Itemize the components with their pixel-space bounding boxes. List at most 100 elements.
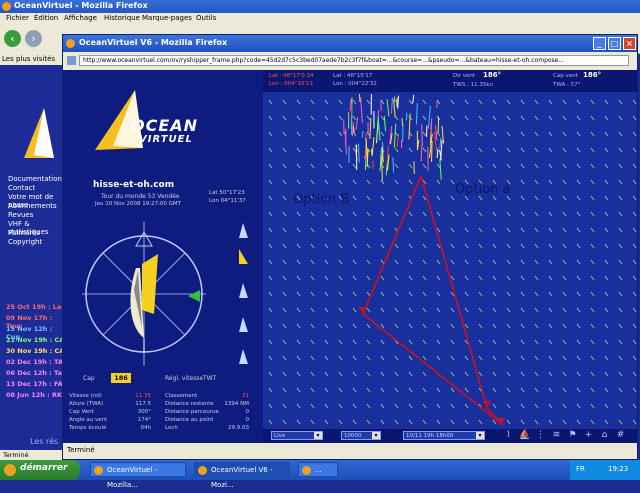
wind-arrow (591, 260, 594, 264)
cursor-lon-a: Lon : 004°10'13 (269, 81, 313, 87)
boat-track (440, 159, 441, 180)
race-date-item[interactable]: 25 Oct 19h : Les (6, 303, 65, 311)
wind-arrow (311, 388, 314, 392)
wind-arrow (381, 196, 384, 200)
task-other[interactable]: ... (298, 462, 338, 477)
grib-icon[interactable]: ≋ (551, 430, 562, 441)
wind-arrow (283, 372, 286, 376)
outer-footer-link[interactable]: Les rés (30, 437, 58, 446)
menu-edit[interactable]: Édition (34, 14, 58, 22)
wind-arrow (633, 228, 636, 232)
outer-link-subscriptions[interactable]: Abonnements (8, 202, 57, 210)
sail-option-4-icon[interactable] (235, 316, 249, 334)
race-date-item[interactable]: 30 Nov 19h : CA (6, 347, 64, 355)
url-field[interactable]: http://www.oceanvirtuel.com/ov/ryshipper… (79, 55, 629, 66)
heading-value[interactable]: 186 (111, 373, 131, 383)
wind-arrow (605, 324, 608, 328)
minimize-button[interactable]: _ (593, 37, 606, 50)
wind-arrow (619, 356, 622, 360)
compass-rose[interactable] (78, 218, 210, 370)
wind-arrow (297, 404, 300, 408)
wind-arrow (633, 324, 636, 328)
start-button[interactable]: démarrer (0, 460, 80, 480)
close-button[interactable]: × (623, 37, 636, 50)
view-select[interactable]: Live▾ (271, 431, 323, 440)
home-icon[interactable]: ⌂ (599, 430, 610, 441)
wind-arrow (423, 164, 426, 168)
maximize-button[interactable]: □ (608, 37, 621, 50)
wind-arrow (465, 244, 468, 248)
wind-arrow (283, 164, 286, 168)
wind-arrow (465, 292, 468, 296)
wind-arrow (283, 324, 286, 328)
wind-arrow (521, 244, 524, 248)
outer-link-reviews[interactable]: Revues (8, 211, 33, 219)
wind-arrow (353, 228, 356, 232)
speed-setting-value: TWT (203, 375, 216, 382)
wind-arrow (283, 292, 286, 296)
wind-arrow (381, 404, 384, 408)
route-icon[interactable]: ⋮ (535, 430, 546, 441)
forecast-time-select[interactable]: 10/11 19h 18h00▾ (403, 431, 485, 440)
wind-arrow (409, 324, 412, 328)
wind-arrow (409, 276, 412, 280)
wind-arrow (507, 260, 510, 264)
wind-arrow (479, 324, 482, 328)
wind-arrow (591, 100, 594, 104)
zoom-in-icon[interactable]: + (583, 430, 594, 441)
menu-view[interactable]: Affichage (64, 14, 97, 22)
outer-logo-sail-icon (14, 103, 59, 163)
wind-arrow (535, 116, 538, 120)
menu-file[interactable]: Fichier (6, 14, 29, 22)
wind-arrow (493, 340, 496, 344)
wind-map-canvas[interactable] (263, 92, 637, 429)
firefox-icon (94, 466, 103, 475)
boat-track (421, 144, 422, 162)
wind-arrow (367, 276, 370, 280)
zoom-select[interactable]: 10000▾ (341, 431, 381, 440)
back-button[interactable]: ‹ (4, 30, 21, 47)
wind-arrow (507, 308, 510, 312)
menu-bookmarks[interactable]: Marque-pages (142, 14, 192, 22)
outer-link-contact[interactable]: Contact (8, 184, 35, 192)
wind-arrow (367, 356, 370, 360)
cap-vent-label: Cap vent (553, 73, 578, 79)
outer-link-palmares[interactable]: Palmarès (8, 229, 40, 237)
wind-map[interactable]: Option B Option a (263, 92, 637, 429)
boats-icon[interactable]: ⚑ (567, 430, 578, 441)
lang-indicator[interactable]: FR (576, 465, 585, 473)
sail-map-icon[interactable]: ⛵ (519, 430, 530, 441)
outer-link-copyright[interactable]: Copyright (8, 238, 42, 246)
wind-arrow (465, 324, 468, 328)
wind-arrow (619, 388, 622, 392)
wind-arrow (493, 356, 496, 360)
race-date-item[interactable]: 21 Nov 19h : CA (6, 336, 64, 344)
wind-arrow (619, 404, 622, 408)
sail-option-3-icon[interactable] (235, 282, 249, 300)
wind-arrow (619, 148, 622, 152)
race-date-item[interactable]: 08 Jun 12h : RK (6, 391, 62, 399)
wind-arrow (521, 340, 524, 344)
grid-icon[interactable]: # (615, 430, 626, 441)
race-date-item[interactable]: 02 Dec 19h : TA (6, 358, 63, 366)
sail-option-5-icon[interactable] (235, 348, 249, 366)
outer-link-documentation[interactable]: Documentation (8, 175, 62, 183)
race-date-item[interactable]: 06 Dec 12h : Ta (6, 369, 62, 377)
wind-arrow (521, 212, 524, 216)
cursor-lon-b: Lon : 004°22'32 (333, 81, 377, 87)
sail-option-2-icon[interactable] (235, 248, 249, 266)
menu-history[interactable]: Historique (104, 14, 140, 22)
wind-arrow (423, 292, 426, 296)
task-oceanvirtuel-v6[interactable]: OceanVirtuel V6 - Mozi... (194, 462, 290, 477)
wind-tool-icon[interactable]: ⌇ (503, 430, 514, 441)
bookmark-most-visited[interactable]: Les plus visités (2, 55, 55, 63)
boat-track (429, 145, 431, 158)
wind-arrow (339, 340, 342, 344)
forward-button[interactable]: › (25, 30, 42, 47)
menu-tools[interactable]: Outils (196, 14, 216, 22)
wind-arrow (619, 420, 622, 424)
sail-option-1-icon[interactable] (235, 222, 249, 240)
race-date-item[interactable]: 13 Dec 17h : FA (6, 380, 63, 388)
task-oceanvirtuel[interactable]: OceanVirtuel - Mozilla... (90, 462, 186, 477)
wind-arrow (563, 404, 566, 408)
